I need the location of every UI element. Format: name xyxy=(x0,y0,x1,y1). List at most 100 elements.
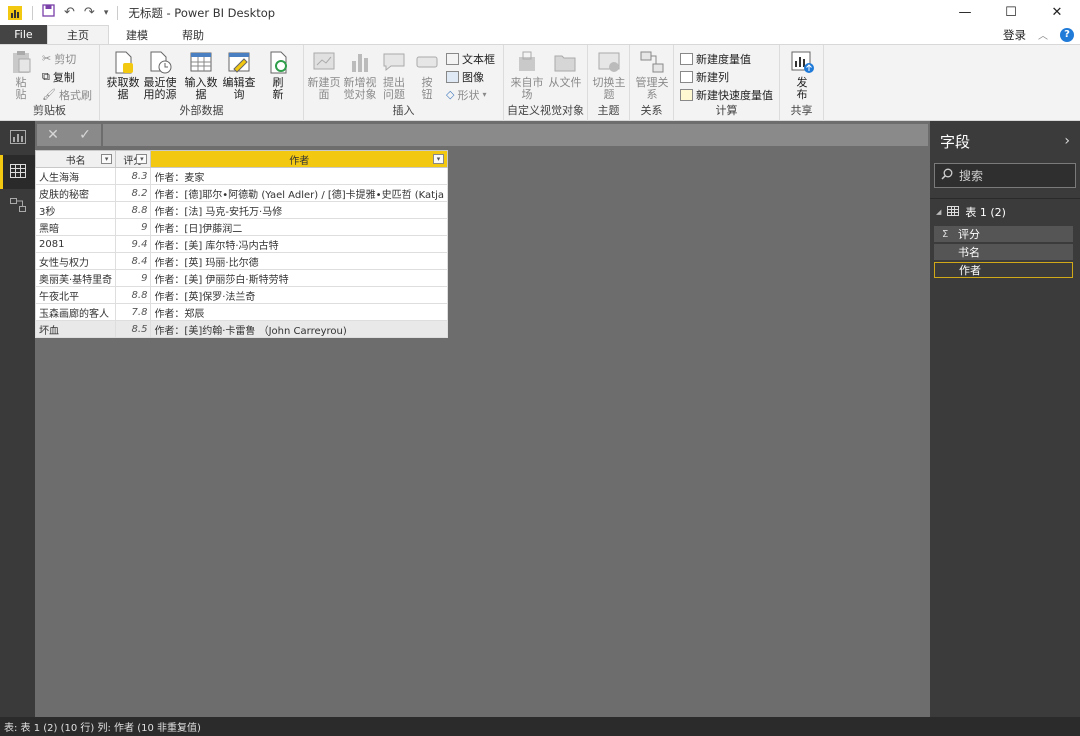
chevron-right-icon[interactable]: › xyxy=(1064,133,1070,149)
publish-button[interactable]: 发布 xyxy=(783,49,821,101)
filter-dropdown-icon[interactable]: ▾ xyxy=(136,154,148,164)
help-icon[interactable]: ? xyxy=(1060,27,1074,42)
field-table-node[interactable]: ◢ 表 1 (2) xyxy=(936,204,1006,220)
column-header-title[interactable]: 书名 ▾ xyxy=(34,150,117,168)
from-marketplace-button[interactable]: 来自市场 xyxy=(508,49,546,101)
signin-link[interactable]: 登录 xyxy=(1003,27,1026,43)
table-row[interactable]: 皮肤的秘密 8.2 作者：[德]耶尔•阿德勒 (Yael Adler) / [德]卡… xyxy=(34,184,448,202)
table-row[interactable]: 黑暗 9 作者：[日]伊藤润二 xyxy=(34,218,448,236)
image-icon xyxy=(446,70,459,83)
switch-theme-button[interactable]: 切换主题 xyxy=(590,49,628,101)
table-row[interactable]: 3秒 8.8 作者：[法] 马克-安托万·马修 xyxy=(34,201,448,219)
format-painter-button[interactable]: 🖌 格式刷 xyxy=(42,86,92,103)
cut-button[interactable]: ✂ 剪切 xyxy=(42,50,76,67)
cell-author[interactable]: 作者：麦家 xyxy=(150,167,448,185)
customize-toolbar-icon[interactable]: ▾ xyxy=(104,8,109,18)
table-row[interactable]: 玉森画廊的客人 7.8 作者：郑辰 xyxy=(34,303,448,321)
cell-title[interactable]: 奥丽芙·基特里奇 xyxy=(34,269,117,287)
cell-rating[interactable]: 8.4 xyxy=(115,252,152,270)
report-view-button[interactable] xyxy=(0,121,35,155)
cell-rating[interactable]: 8.8 xyxy=(115,286,152,304)
tab-modeling[interactable]: 建模 xyxy=(109,25,165,44)
data-view-button[interactable] xyxy=(0,155,35,189)
table-row[interactable]: 坏血 8.5 作者：[美]约翰·卡雷鲁 （John Carreyrou) xyxy=(34,320,448,338)
cell-title[interactable]: 皮肤的秘密 xyxy=(34,184,117,202)
maximize-button[interactable]: ☐ xyxy=(988,0,1034,25)
cell-rating[interactable]: 8.8 xyxy=(115,201,152,219)
textbox-button[interactable]: 文本框 xyxy=(446,50,495,67)
cell-title[interactable]: 午夜北平 xyxy=(34,286,117,304)
cell-author[interactable]: 作者：[德]耶尔•阿德勒 (Yael Adler) / [德]卡提雅•史匹哲 (… xyxy=(150,184,448,202)
fields-search-input[interactable]: 搜索 xyxy=(934,163,1076,188)
new-visual-button[interactable]: 新增视觉对象 xyxy=(342,49,378,101)
cell-title[interactable]: 3秒 xyxy=(34,201,117,219)
field-item[interactable]: Σ 评分 xyxy=(934,226,1073,242)
cell-rating[interactable]: 8.3 xyxy=(115,167,152,185)
save-icon[interactable] xyxy=(42,4,55,21)
refresh-button[interactable]: 刷新 xyxy=(262,49,294,101)
cell-rating[interactable]: 8.5 xyxy=(115,320,152,338)
manage-relationships-button[interactable]: 管理关系 xyxy=(633,49,671,101)
cell-author[interactable]: 作者：[美] 伊丽莎白·斯特劳特 xyxy=(150,269,448,287)
cell-author[interactable]: 作者：[美] 库尔特·冯内古特 xyxy=(150,235,448,253)
buttons-button[interactable]: 按钮 xyxy=(412,49,442,101)
minimize-button[interactable]: — xyxy=(942,0,988,25)
ask-question-button[interactable]: 提出问题 xyxy=(378,49,410,101)
table-row[interactable]: 人生海海 8.3 作者：麦家 xyxy=(34,167,448,185)
cell-author[interactable]: 作者：[美]约翰·卡雷鲁 （John Carreyrou) xyxy=(150,320,448,338)
cell-title[interactable]: 玉森画廊的客人 xyxy=(34,303,117,321)
expand-caret-icon[interactable]: ◢ xyxy=(936,208,941,216)
table-row[interactable]: 奥丽芙·基特里奇 9 作者：[美] 伊丽莎白·斯特劳特 xyxy=(34,269,448,287)
model-view-button[interactable] xyxy=(0,189,35,223)
cell-rating[interactable]: 9 xyxy=(115,218,152,236)
cell-rating[interactable]: 9 xyxy=(115,269,152,287)
shapes-button[interactable]: ◇ 形状 ▾ xyxy=(446,86,486,103)
check-icon[interactable]: ✓ xyxy=(79,127,91,143)
formula-input[interactable] xyxy=(103,124,928,146)
cell-title[interactable]: 人生海海 xyxy=(34,167,117,185)
new-measure-button[interactable]: 新建度量值 xyxy=(680,50,751,67)
tab-help[interactable]: 帮助 xyxy=(165,25,221,44)
image-button[interactable]: 图像 xyxy=(446,68,484,85)
cell-rating[interactable]: 9.4 xyxy=(115,235,152,253)
cell-author[interactable]: 作者：[法] 马克-安托万·马修 xyxy=(150,201,448,219)
cell-title[interactable]: 坏血 xyxy=(34,320,117,338)
column-header-rating[interactable]: 评分 ▾ xyxy=(115,150,152,168)
cell-rating[interactable]: 7.8 xyxy=(115,303,152,321)
recent-sources-button[interactable]: 最近使用的源 xyxy=(140,49,180,101)
copy-icon: ⧉ xyxy=(42,69,50,83)
redo-icon[interactable]: ↷ xyxy=(84,5,95,20)
enter-data-button[interactable]: 输入数据 xyxy=(182,49,220,101)
filter-dropdown-icon[interactable]: ▾ xyxy=(433,154,444,164)
cell-rating[interactable]: 8.2 xyxy=(115,184,152,202)
filter-dropdown-icon[interactable]: ▾ xyxy=(101,154,113,164)
column-header-author[interactable]: 作者 ▾ xyxy=(150,150,448,168)
new-column-button[interactable]: 新建列 xyxy=(680,68,729,85)
paste-button[interactable]: 粘贴 xyxy=(4,49,38,101)
cell-author[interactable]: 作者：郑辰 xyxy=(150,303,448,321)
from-file-button[interactable]: 从文件 xyxy=(546,49,584,89)
cancel-icon[interactable]: ✕ xyxy=(47,127,59,143)
get-data-button[interactable]: 获取数据 xyxy=(104,49,142,101)
field-item-selected[interactable]: 作者 xyxy=(934,262,1073,278)
edit-queries-button[interactable]: 编辑查询 xyxy=(220,49,258,101)
collapse-ribbon-icon[interactable]: ︿ xyxy=(1038,27,1048,42)
table-row[interactable]: 2081 9.4 作者：[美] 库尔特·冯内古特 xyxy=(34,235,448,253)
tab-file[interactable]: File xyxy=(0,25,47,44)
field-item[interactable]: 书名 xyxy=(934,244,1073,260)
table-row[interactable]: 午夜北平 8.8 作者：[英]保罗·法兰奇 xyxy=(34,286,448,304)
cell-title[interactable]: 女性与权力 xyxy=(34,252,117,270)
undo-icon[interactable]: ↶ xyxy=(64,5,75,20)
table-row[interactable]: 女性与权力 8.4 作者：[英] 玛丽·比尔德 xyxy=(34,252,448,270)
cell-author[interactable]: 作者：[英]保罗·法兰奇 xyxy=(150,286,448,304)
cell-title[interactable]: 2081 xyxy=(34,235,117,253)
new-page-button[interactable]: 新建页面 xyxy=(306,49,342,101)
new-quick-measure-button[interactable]: 新建快速度量值 xyxy=(680,86,773,103)
tab-home[interactable]: 主页 xyxy=(47,25,109,44)
cell-author[interactable]: 作者：[英] 玛丽·比尔德 xyxy=(150,252,448,270)
sigma-icon: Σ xyxy=(942,228,949,240)
cell-author[interactable]: 作者：[日]伊藤润二 xyxy=(150,218,448,236)
cell-title[interactable]: 黑暗 xyxy=(34,218,117,236)
copy-button[interactable]: ⧉ 复制 xyxy=(42,68,75,85)
close-button[interactable]: ✕ xyxy=(1034,0,1080,25)
